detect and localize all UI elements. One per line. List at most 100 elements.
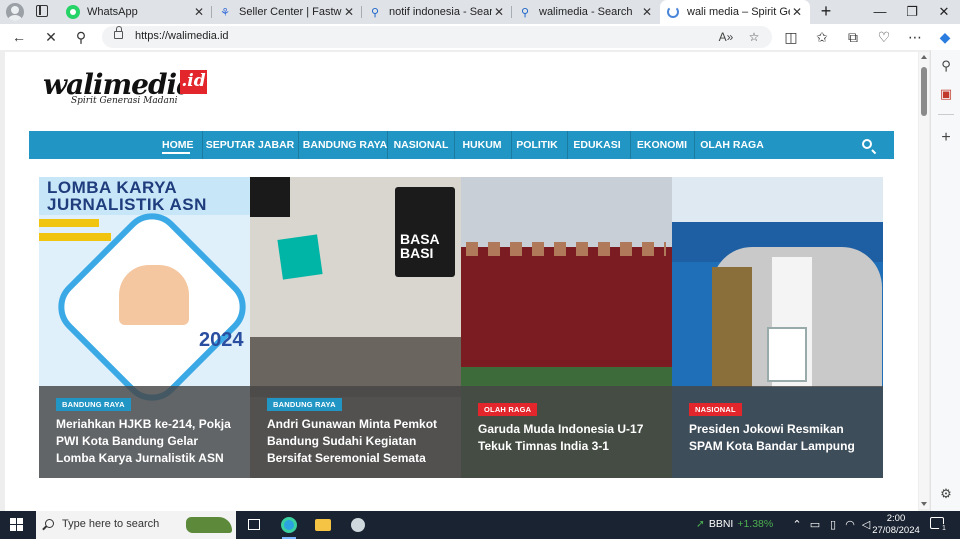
wifi-icon[interactable]: ◠ [843,517,857,533]
main-nav: HOME SEPUTAR JABAR BANDUNG RAYA NASIONAL… [29,131,894,159]
nav-item-olah-raga[interactable]: OLAH RAGA [699,131,765,159]
close-tab-icon[interactable]: ✕ [192,5,206,19]
file-explorer-icon[interactable] [310,514,336,536]
close-tab-icon[interactable]: ✕ [640,5,654,19]
article-title[interactable]: Meriahkan HJKB ke-214, Pokja PWI Kota Ba… [56,416,238,467]
site-logo[interactable]: walimedia .id Spirit Generasi Madani [43,66,213,110]
tab-strip: WhatsApp ✕ ⚘ Seller Center | Fastwork.id… [0,0,960,24]
close-tab-icon[interactable]: ✕ [492,5,506,19]
nav-item-edukasi[interactable]: EDUKASI [571,131,623,159]
card-caption: NASIONAL Presiden Jokowi Resmikan SPAM K… [672,386,883,478]
tab-title: Seller Center | Fastwork.id [239,6,342,18]
back-icon[interactable]: ← [8,26,30,48]
taskbar-search-box[interactable]: Type here to search [36,511,236,539]
news-card-jokowi-spam[interactable]: NASIONAL Presiden Jokowi Resmikan SPAM K… [672,177,883,478]
search-placeholder: Type here to search [62,518,160,530]
edge-sidebar: ⚲ ▣ + ⚙ [930,50,960,511]
news-card-andri-gunawan[interactable]: BASA BASI BANDUNG RAYA Andri Gunawan Min… [250,177,461,478]
search-icon[interactable] [862,139,872,149]
nav-item-seputar-jabar[interactable]: SEPUTAR JABAR [205,131,295,159]
category-badge[interactable]: NASIONAL [689,403,742,416]
minimize-button[interactable]: — [864,0,896,24]
split-screen-icon[interactable]: ◫ [780,26,802,48]
copilot-icon[interactable]: ◆ [934,26,956,48]
tab-notif-search[interactable]: ⚲ notif indonesia - Search ✕ [362,0,512,24]
show-hidden-icons-chevron-icon[interactable]: ⌃ [790,517,804,533]
read-aloud-icon[interactable]: A» [716,27,736,47]
image-heading: LOMBA KARYA JURNALISTIK ASN [47,178,207,214]
fastwork-icon: ⚘ [220,6,230,19]
task-view-icon[interactable] [241,514,267,536]
scroll-up-arrow-icon[interactable] [921,55,927,59]
tab-walimedia-search[interactable]: ⚲ walimedia - Search ✕ [512,0,660,24]
close-tab-icon[interactable]: ✕ [790,5,804,19]
close-tab-icon[interactable]: ✕ [342,5,356,19]
scrollbar-thumb[interactable] [921,67,927,116]
address-bar[interactable]: https://walimedia.id A» ☆ [102,26,772,48]
tab-whatsapp[interactable]: WhatsApp ✕ [60,0,212,24]
search-icon: ⚲ [370,6,380,19]
card-caption: OLAH RAGA Garuda Muda Indonesia U-17 Tek… [461,386,672,478]
page-scrollbar[interactable] [919,52,929,509]
settings-gear-icon[interactable]: ⚙ [936,484,956,504]
stock-change: +1.38% [737,518,774,530]
pinned-app-icon[interactable] [345,514,371,536]
clock-date: 27/08/2024 [872,525,920,536]
maximize-button[interactable]: ❐ [896,0,928,24]
stock-trend-up-icon: ➚ [696,518,705,530]
nav-item-nasional[interactable]: NASIONAL [391,131,451,159]
favorites-icon[interactable]: ✩ [811,26,833,48]
windows-taskbar: Type here to search ➚ BBNI +1.38% ⌃ ▭ ▯ ◠ … [0,511,960,539]
card-caption: BANDUNG RAYA Meriahkan HJKB ke-214, Pokj… [39,386,250,478]
add-icon[interactable]: + [936,128,956,148]
logo-suffix: .id [180,70,207,94]
battery-icon[interactable]: ▯ [826,517,840,533]
category-badge[interactable]: BANDUNG RAYA [267,398,342,411]
lock-icon[interactable] [114,26,123,39]
tab-title: wali media – Spirit Generasi Madani [687,6,790,18]
search-icon[interactable]: ⚲ [936,56,956,76]
nav-item-hukum[interactable]: HUKUM [459,131,505,159]
browser-toolbar: ← ✕ ⚲ https://walimedia.id A» ☆ ◫ ✩ ⧉ ♡ … [0,24,960,50]
nav-item-bandung-raya[interactable]: BANDUNG RAYA [300,131,390,159]
notification-center-icon[interactable]: 1 [930,517,949,534]
meet-now-icon[interactable]: ▭ [808,517,822,533]
search-icon[interactable]: ⚲ [70,26,92,48]
image-year: 2024 [199,329,244,351]
tab-fastwork[interactable]: ⚘ Seller Center | Fastwork.id ✕ [212,0,362,24]
toolbox-icon[interactable]: ▣ [936,84,956,104]
news-card-garuda-muda[interactable]: OLAH RAGA Garuda Muda Indonesia U-17 Tek… [461,177,672,478]
nav-item-home[interactable]: HOME [162,131,194,159]
loading-spinner-icon [666,5,680,19]
profile-avatar-icon[interactable] [6,3,24,21]
clock-time: 2:00 [886,513,906,524]
category-badge[interactable]: OLAH RAGA [478,403,538,416]
scroll-down-arrow-icon[interactable] [921,502,927,506]
tab-actions-icon[interactable] [36,5,48,17]
article-title[interactable]: Andri Gunawan Minta Pemkot Bandung Sudah… [267,416,449,467]
article-title[interactable]: Presiden Jokowi Resmikan SPAM Kota Banda… [689,421,871,455]
logo-tagline: Spirit Generasi Madani [71,96,178,106]
page-viewport: walimedia .id Spirit Generasi Madani HOM… [0,50,930,511]
browser-essentials-icon[interactable]: ♡ [873,26,895,48]
windows-start-icon[interactable] [10,518,24,532]
stop-loading-icon[interactable]: ✕ [40,26,62,48]
favorite-star-icon[interactable]: ☆ [744,27,764,47]
image-sign-text: BASA BASI [400,231,440,261]
tab-walimedia-active[interactable]: wali media – Spirit Generasi Madani ✕ [660,0,810,24]
volume-icon[interactable]: ◁ [859,517,873,533]
collections-icon[interactable]: ⧉ [842,26,864,48]
new-tab-button[interactable]: + [816,2,836,22]
category-badge[interactable]: BANDUNG RAYA [56,398,131,411]
more-icon[interactable]: ⋯ [904,26,926,48]
stock-widget[interactable]: ➚ BBNI +1.38% [696,518,773,530]
url-text[interactable]: https://walimedia.id [135,30,229,42]
edge-browser-icon[interactable] [276,514,302,539]
nav-item-ekonomi[interactable]: EKONOMI [634,131,690,159]
tab-title: WhatsApp [87,6,138,18]
article-title[interactable]: Garuda Muda Indonesia U-17 Tekuk Timnas … [478,421,660,455]
taskbar-clock[interactable]: 2:00 27/08/2024 [872,513,920,537]
close-window-button[interactable]: ✕ [928,0,960,24]
nav-item-politik[interactable]: POLITIK [515,131,559,159]
news-card-lomba-jurnalistik[interactable]: LOMBA KARYA JURNALISTIK ASN 2024 BANDUNG… [39,177,250,478]
